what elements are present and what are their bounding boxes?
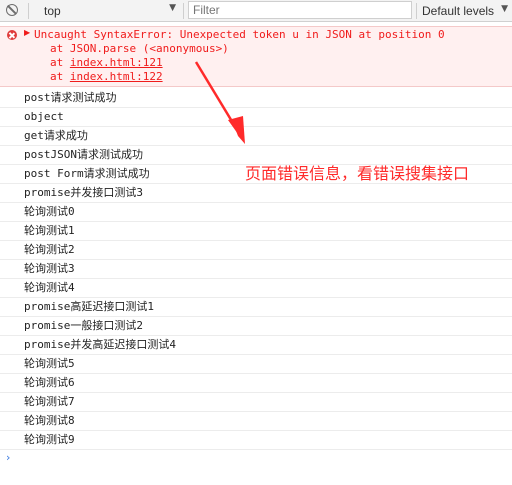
annotation-arrow-line	[194, 61, 238, 129]
annotation-text: 页面错误信息，看错误搜集接口	[245, 164, 470, 183]
annotation-arrow-head	[228, 116, 245, 144]
annotation-arrow	[194, 61, 245, 144]
